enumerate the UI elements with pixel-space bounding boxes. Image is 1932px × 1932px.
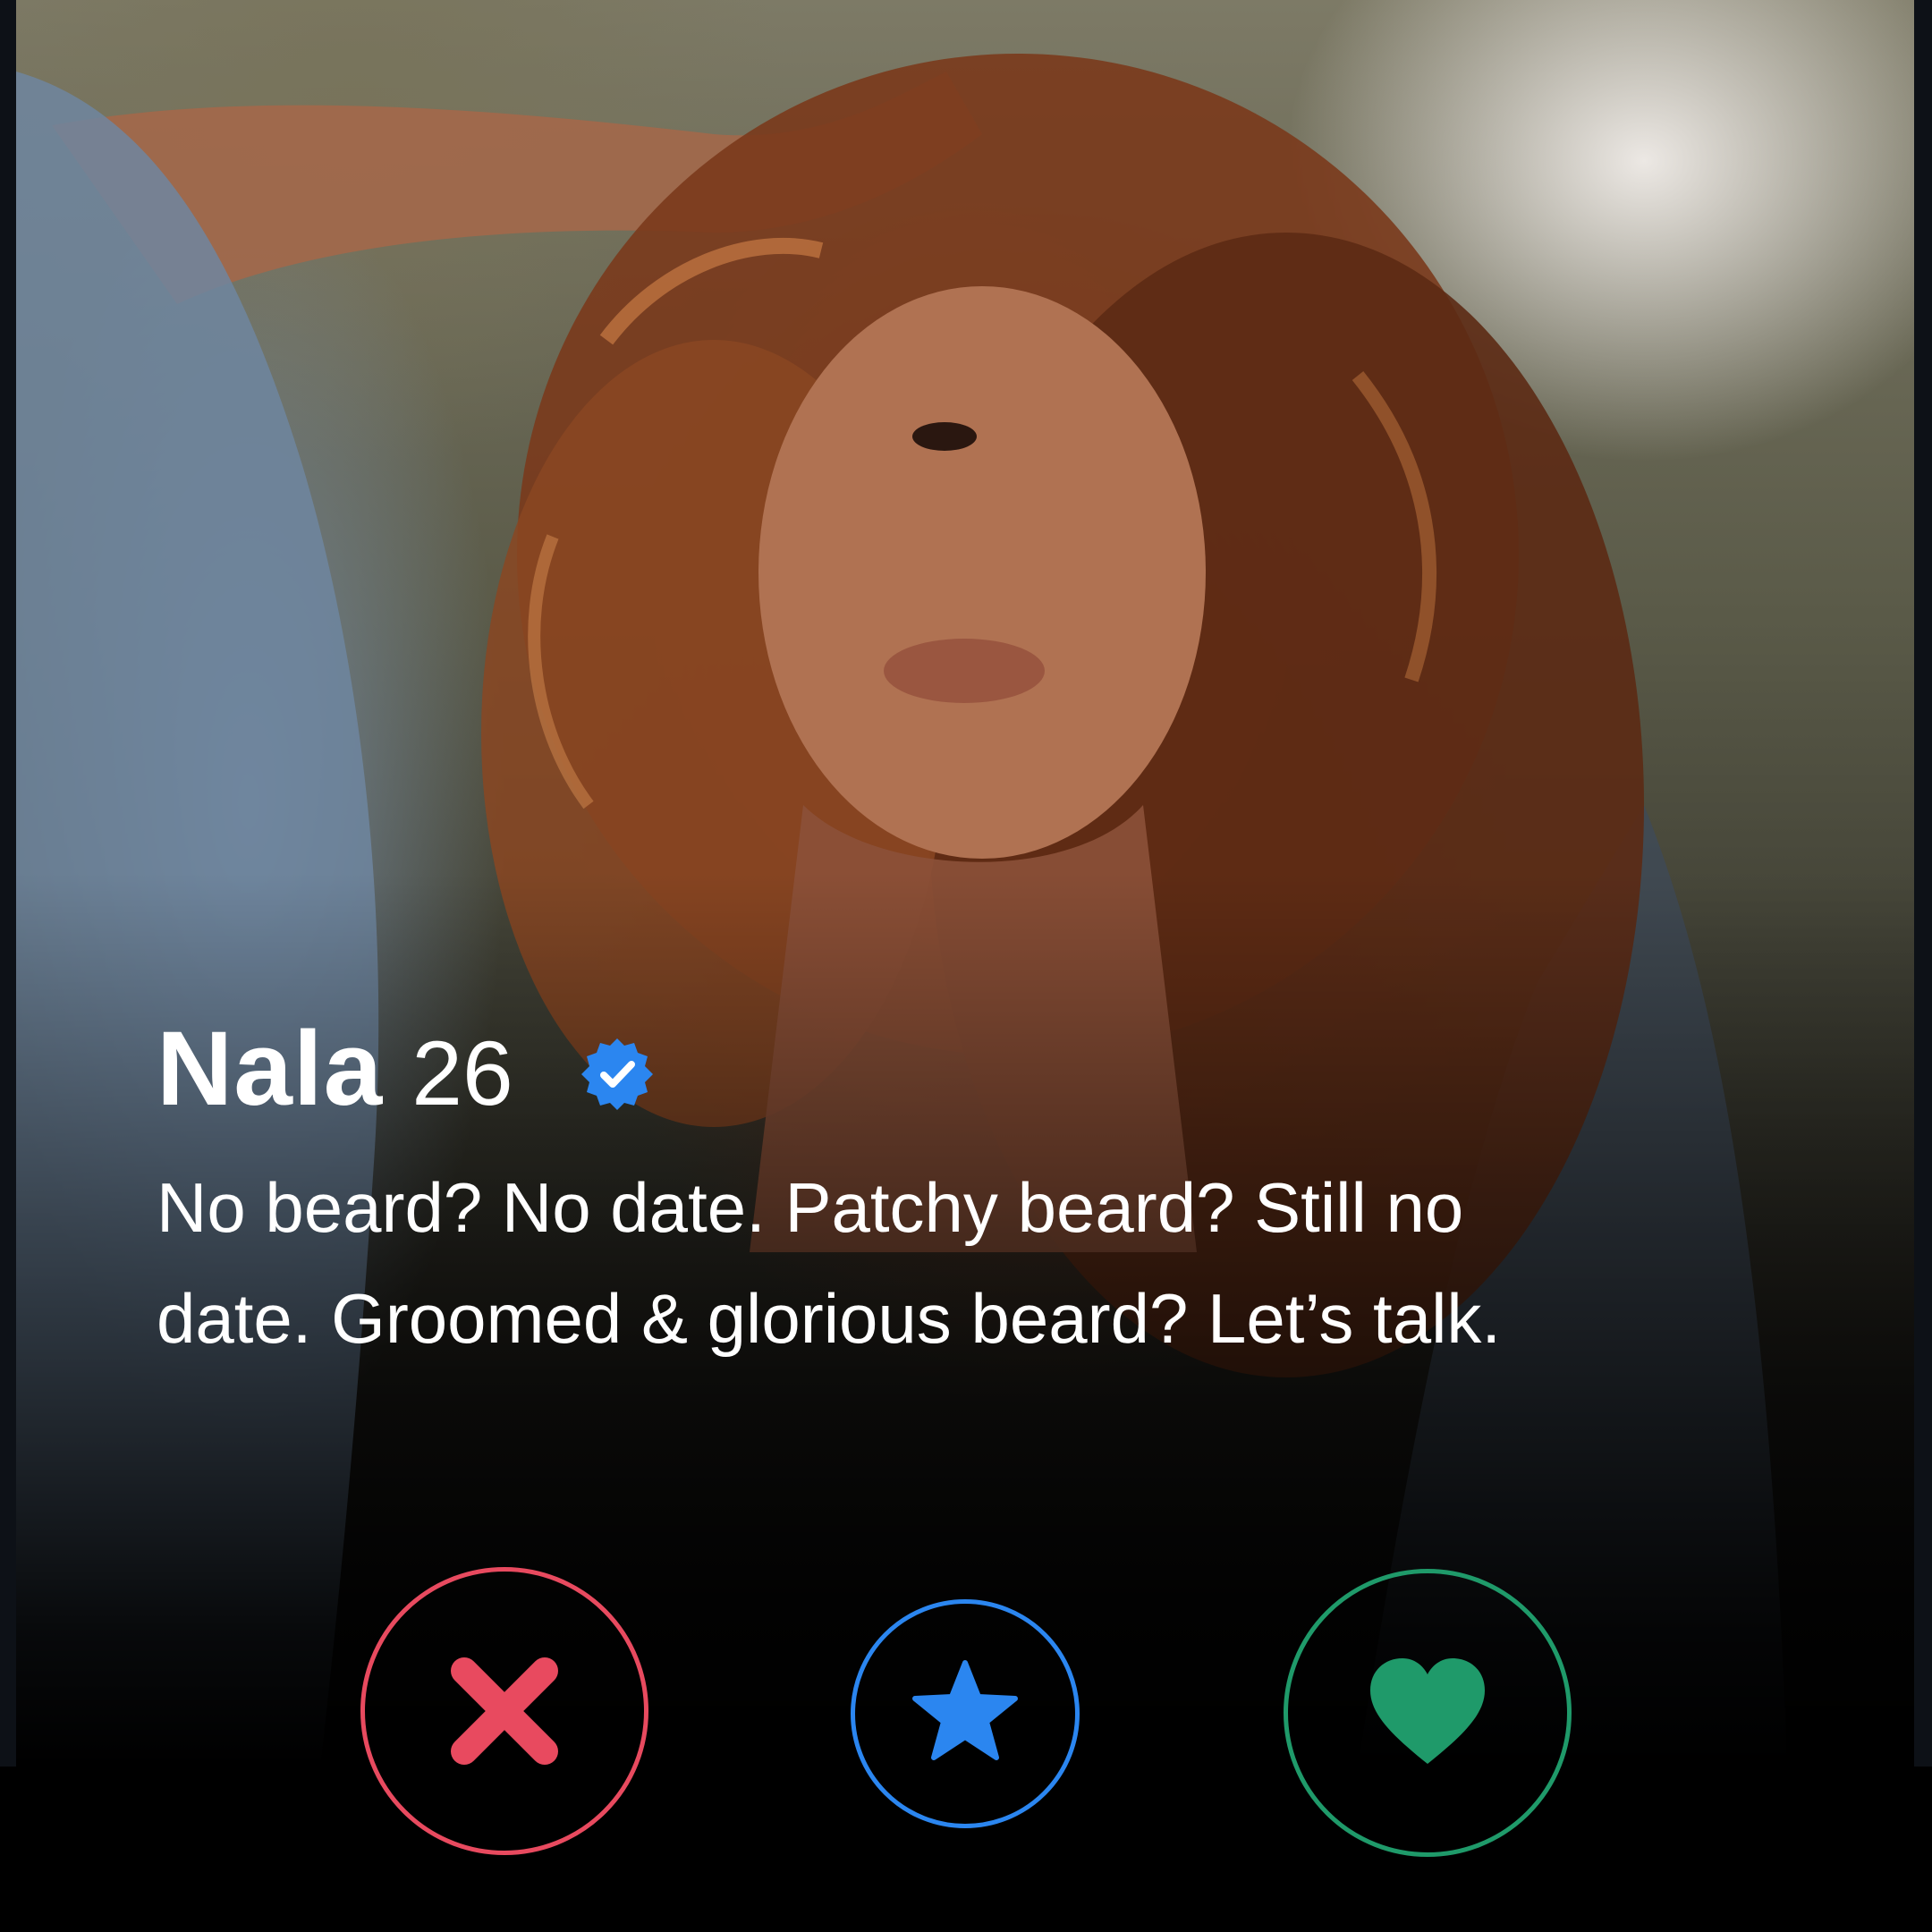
name-age-row: Nala 26 [157,1011,1588,1127]
profile-photo[interactable] [16,0,1914,1767]
close-x-icon [451,1657,558,1765]
action-bar [0,1567,1932,1862]
star-icon [912,1660,1018,1760]
like-button[interactable] [1284,1569,1572,1857]
profile-info: Nala 26 No beard? No date. Patchy beard?… [157,1011,1588,1374]
right-edge [1914,0,1932,1767]
profile-name: Nala [157,1010,384,1128]
profile-bio: No beard? No date. Patchy beard? Still n… [157,1168,1502,1358]
nope-button[interactable] [360,1567,648,1855]
heart-icon [1370,1658,1485,1764]
left-edge [0,0,16,1767]
verified-badge-icon [578,1035,657,1114]
profile-card-screen: Nala 26 No beard? No date. Patchy beard?… [0,0,1932,1932]
super-like-button[interactable] [851,1599,1080,1828]
profile-age: 26 [411,1022,513,1124]
